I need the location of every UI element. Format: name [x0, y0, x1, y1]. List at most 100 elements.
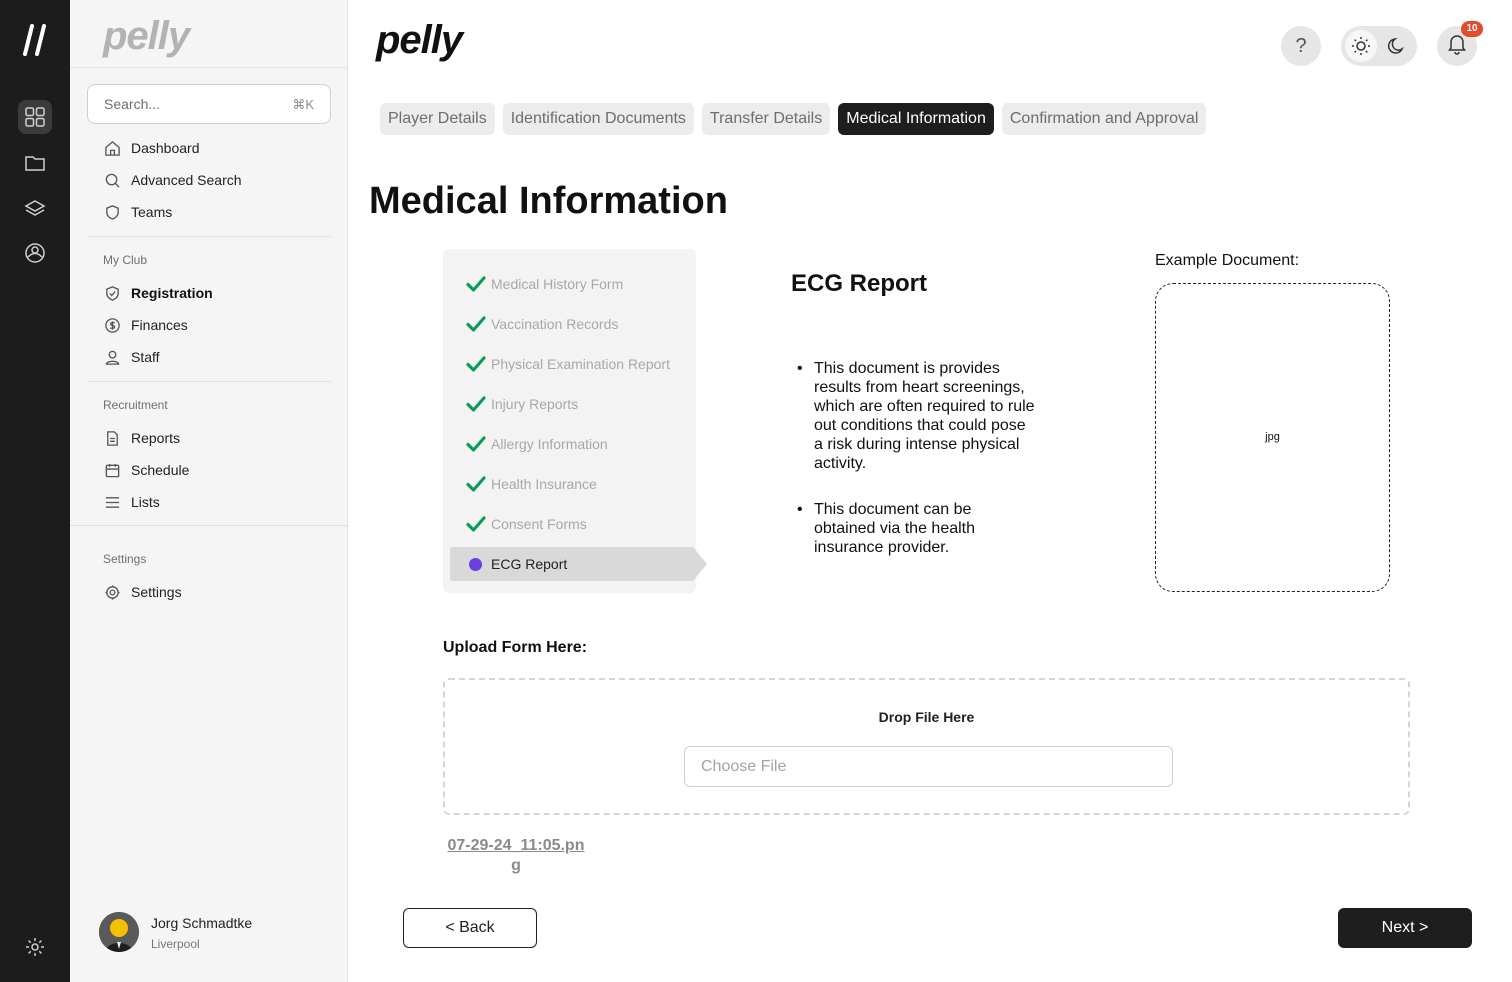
checklist-item-vaccination-records[interactable]: Vaccination Records — [466, 313, 618, 335]
back-button[interactable]: < Back — [403, 908, 537, 948]
search-shortcut: ⌘K — [292, 97, 314, 112]
tab-medical-information[interactable]: Medical Information — [838, 103, 994, 135]
user-profile[interactable]: Jorg Schmadtke Liverpool — [99, 912, 319, 956]
checklist-item-label: Physical Examination Report — [491, 356, 670, 372]
dropzone-text: Drop File Here — [878, 709, 975, 725]
file-dropzone[interactable]: Drop File Here Choose File — [443, 678, 1410, 815]
checklist-item-label: Consent Forms — [491, 516, 587, 532]
brand-logo[interactable]: pelly — [376, 18, 463, 63]
rail-folder-icon[interactable] — [18, 146, 52, 180]
sidebar-item-settings[interactable]: Settings — [103, 581, 182, 603]
sidebar-item-staff[interactable]: Staff — [103, 346, 160, 368]
rail-layers-icon[interactable] — [18, 191, 52, 225]
document-icon — [103, 429, 121, 447]
user-name: Jorg Schmadtke — [151, 915, 253, 931]
avatar — [99, 912, 139, 952]
document-description-item: This document is provides results from h… — [797, 359, 1037, 473]
checklist-item-allergy-information[interactable]: Allergy Information — [466, 433, 608, 455]
document-description-item: This document can be obtained via the he… — [797, 500, 1037, 557]
example-document-label: Example Document: — [1155, 252, 1300, 269]
rail-dashboard-icon[interactable] — [18, 100, 52, 134]
gear-icon — [103, 583, 121, 601]
check-icon — [466, 316, 486, 332]
user-icon — [103, 348, 121, 366]
check-icon — [466, 476, 486, 492]
moon-icon[interactable] — [1381, 30, 1413, 62]
sidebar-item-advanced-search[interactable]: Advanced Search — [103, 169, 242, 191]
checklist-item-label: Injury Reports — [491, 396, 579, 412]
sidebar-divider — [70, 525, 348, 526]
notification-count-badge: 10 — [1461, 21, 1483, 37]
tab-confirmation-and-approval[interactable]: Confirmation and Approval — [1001, 103, 1207, 135]
sidebar-divider — [87, 381, 331, 382]
sidebar-divider-top — [70, 67, 348, 68]
tab-player-details[interactable]: Player Details — [380, 103, 495, 135]
checklist-item-ecg-report[interactable]: ECG Report — [450, 547, 707, 581]
sidebar-item-label: Teams — [131, 204, 173, 220]
calendar-icon — [103, 461, 121, 479]
checklist-item-label: ECG Report — [491, 556, 568, 572]
tab-identification-documents[interactable]: Identification Documents — [502, 103, 694, 135]
shield-icon — [103, 203, 121, 221]
search-placeholder: Search... — [104, 96, 161, 112]
document-checklist: Medical History Form Vaccination Records… — [443, 249, 707, 593]
rail-globe-icon[interactable] — [18, 236, 52, 270]
sidebar-item-label: Dashboard — [131, 140, 200, 156]
sidebar-item-label: Staff — [131, 349, 160, 365]
tab-transfer-details[interactable]: Transfer Details — [701, 103, 831, 135]
bell-icon — [1447, 33, 1467, 60]
current-step-dot-icon — [469, 558, 482, 571]
checklist-item-medical-history-form[interactable]: Medical History Form — [466, 273, 623, 295]
checklist-item-label: Medical History Form — [491, 276, 624, 292]
choose-file-placeholder: Choose File — [701, 758, 787, 775]
icon-rail — [0, 0, 70, 982]
check-icon — [466, 436, 486, 452]
checklist-item-injury-reports[interactable]: Injury Reports — [466, 393, 578, 415]
checklist-item-consent-forms[interactable]: Consent Forms — [466, 513, 587, 535]
sidebar-item-schedule[interactable]: Schedule — [103, 459, 189, 481]
step-tabs: Player Details Identification Documents … — [380, 103, 1214, 135]
check-icon — [466, 516, 486, 532]
sidebar-item-dashboard[interactable]: Dashboard — [103, 137, 200, 159]
checklist-item-health-insurance[interactable]: Health Insurance — [466, 473, 597, 495]
example-file-type: jpg — [1265, 431, 1280, 443]
checklist-item-physical-examination-report[interactable]: Physical Examination Report — [466, 353, 670, 375]
sidebar-item-registration[interactable]: Registration — [103, 282, 213, 304]
sidebar-item-label: Reports — [131, 430, 181, 446]
shield-check-icon — [103, 284, 121, 302]
user-club: Liverpool — [151, 937, 200, 951]
active-step-highlight — [450, 547, 707, 581]
sidebar-item-reports[interactable]: Reports — [103, 427, 180, 449]
check-icon — [466, 396, 486, 412]
sidebar: pelly Search... ⌘K Dashboard Advanced Se… — [70, 0, 348, 982]
document-description-list: This document is provides results from h… — [797, 359, 1037, 584]
check-icon — [466, 356, 486, 372]
uploaded-file-link[interactable]: 07-29-24_11:05.png — [443, 836, 589, 876]
next-button[interactable]: Next > — [1338, 908, 1472, 948]
theme-toggle[interactable] — [1341, 26, 1417, 66]
app-root: pelly Search... ⌘K Dashboard Advanced Se… — [0, 0, 1512, 982]
sidebar-item-label: Registration — [131, 285, 213, 301]
rail-settings-icon[interactable] — [18, 930, 52, 964]
sidebar-item-teams[interactable]: Teams — [103, 201, 172, 223]
sidebar-logo[interactable]: pelly — [103, 14, 190, 59]
page-title: Medical Information — [369, 180, 728, 222]
rail-logo-icon[interactable] — [22, 24, 50, 56]
check-icon — [466, 276, 486, 292]
sidebar-item-label: Lists — [131, 494, 160, 510]
search-icon — [103, 171, 121, 189]
example-document-preview[interactable]: jpg — [1155, 283, 1390, 592]
sidebar-item-lists[interactable]: Lists — [103, 491, 160, 513]
checklist-item-label: Allergy Information — [491, 436, 608, 452]
choose-file-input[interactable]: Choose File — [684, 746, 1173, 787]
help-button[interactable]: ? — [1281, 26, 1321, 66]
sidebar-item-label: Advanced Search — [131, 172, 242, 188]
sidebar-item-finances[interactable]: Finances — [103, 314, 188, 336]
sidebar-item-label: Schedule — [131, 462, 190, 478]
help-icon: ? — [1295, 34, 1307, 57]
document-title: ECG Report — [791, 270, 928, 297]
sun-icon[interactable] — [1345, 30, 1377, 62]
search-input[interactable]: Search... ⌘K — [87, 84, 331, 124]
sidebar-item-label: Finances — [131, 317, 188, 333]
checklist-item-label: Health Insurance — [491, 476, 597, 492]
